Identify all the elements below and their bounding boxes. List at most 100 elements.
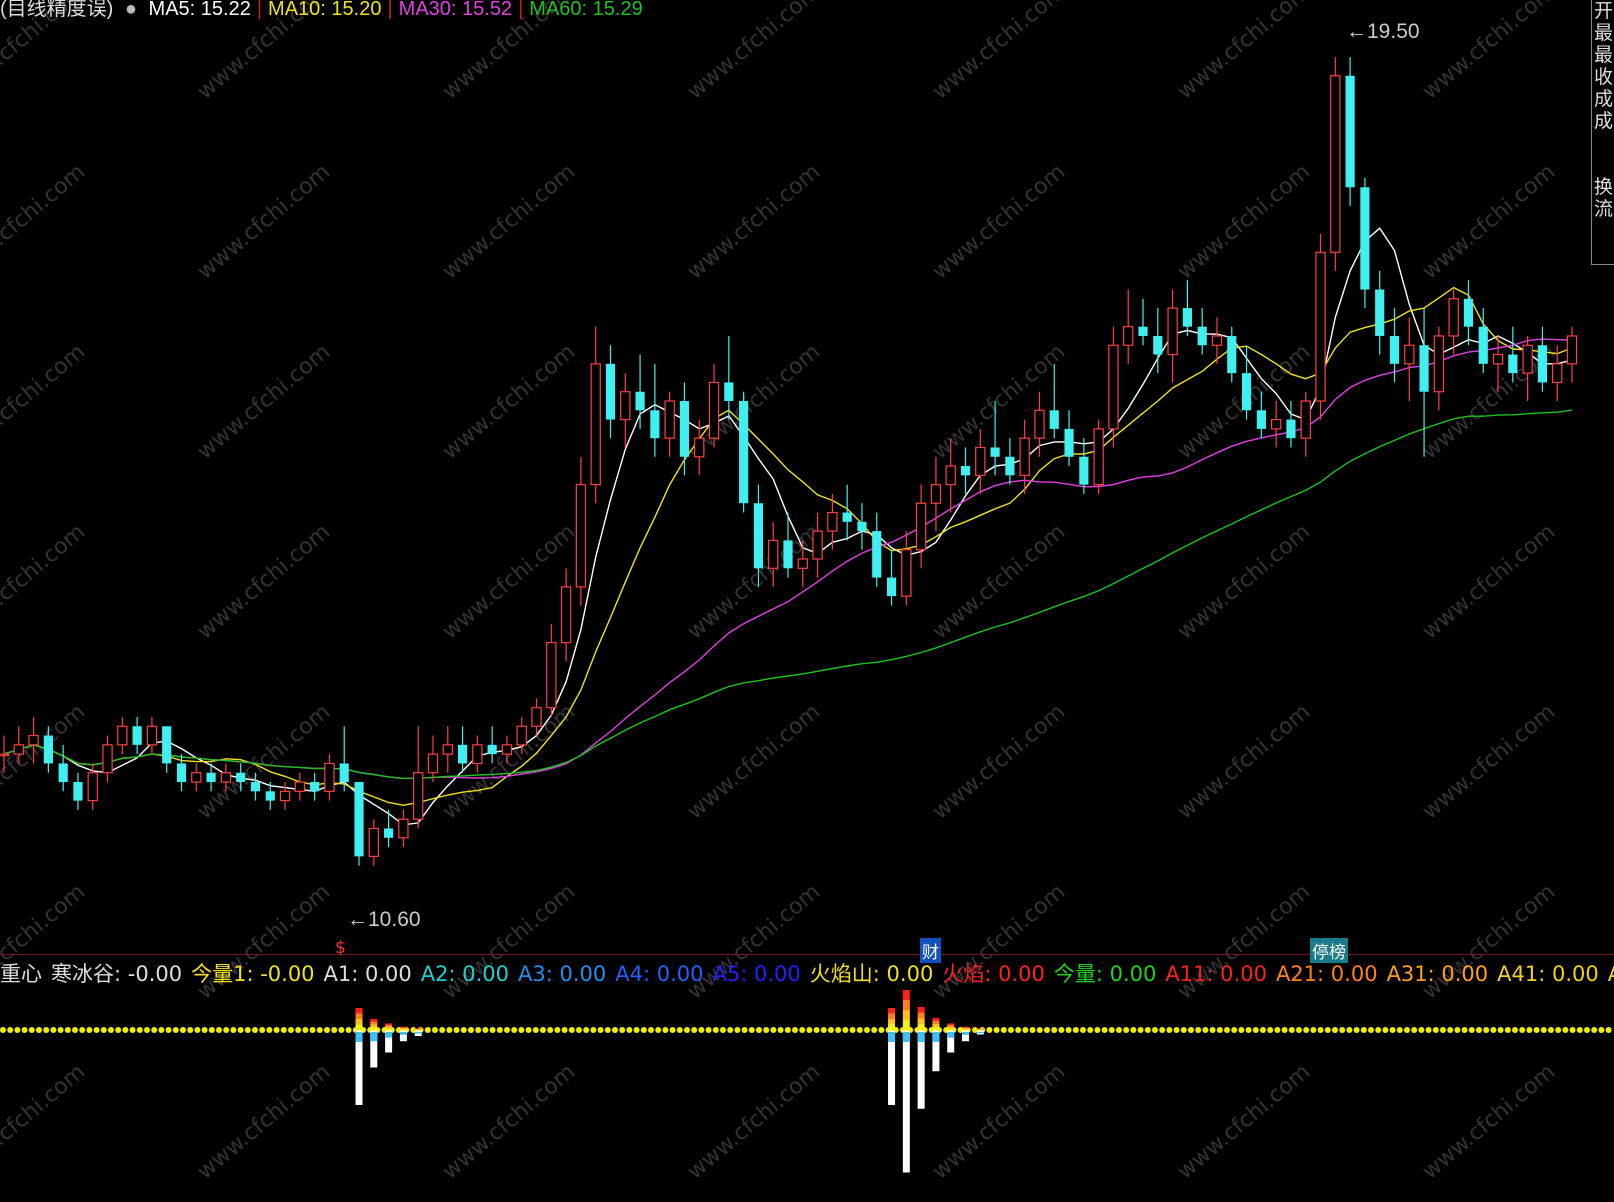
pane-separator[interactable] [0,954,1614,955]
zero-dot [482,1027,489,1033]
zero-dot [554,1027,561,1033]
zero-dot [1267,1027,1274,1033]
zero-dot [756,1027,762,1033]
watermark-text: www.cfchi.com [1173,0,1315,105]
zero-dot [626,1027,633,1033]
watermark-text: www.cfchi.com [0,1059,90,1184]
price-chart[interactable]: www.cfchi.com www.cfchi.com www.cfchi.com w… [0,0,1614,1202]
zero-dot [712,1027,719,1033]
zero-dot [345,1027,352,1033]
candle [1227,326,1237,383]
zero-dot [302,1027,309,1033]
watermark-text: www.cfchi.com [1418,159,1560,284]
zero-dot [1173,1027,1180,1033]
candle [1064,410,1074,467]
indicator-item-2: 今量1: -0.00 [191,962,315,986]
side-panel-row-0: 开 [1593,0,1613,22]
zero-dot [561,1027,568,1033]
zero-dot [1324,1027,1331,1033]
indicator-item-12: A21: 0.00 [1275,962,1378,986]
volume-spike [932,1017,940,1072]
zero-dot [1051,1027,1058,1033]
candle [590,326,601,504]
indicator-item-1: 寒冰谷: -0.00 [51,962,183,986]
watermark-text: www.cfchi.com [438,339,580,464]
zero-dot [1116,1027,1122,1033]
indicator-item-10: 今量: 0.00 [1053,962,1157,986]
candle [1433,326,1445,411]
candle [560,568,572,662]
watermark-text: www.cfchi.com [928,159,1070,284]
zero-dot [792,1027,798,1033]
quote-side-panel[interactable]: 开最最收成成换流 [1591,0,1614,265]
zero-dot [1569,1027,1576,1033]
zero-dot [475,1027,482,1033]
watermark-text: www.cfchi.com [0,159,90,284]
zero-dot [849,1027,856,1033]
candle [872,512,882,587]
ma-separator: | [256,0,263,20]
zero-dot [244,1027,251,1033]
volume-spike [976,1028,984,1035]
zero-dot [93,1027,100,1033]
zero-dot [1231,1027,1238,1033]
zero-dot [1303,1027,1310,1033]
zero-dot [1519,1027,1526,1033]
candle [1537,326,1548,392]
zero-dot [633,1027,640,1033]
zero-dot [590,1027,597,1033]
zero-dot [158,1027,165,1033]
candle [1049,363,1059,439]
zero-dot [1483,1027,1490,1033]
candle [294,772,306,801]
zero-dot [1108,1027,1115,1033]
settings-dot-icon[interactable]: ● [125,0,137,20]
candle [1522,335,1533,402]
zero-dot [986,1027,993,1033]
zero-dot [1425,1027,1432,1033]
candle [398,809,409,848]
zero-dot [36,1027,42,1033]
zero-dot [259,1027,266,1033]
candle [664,391,675,457]
zero-dot [1533,1027,1540,1033]
zero-dot [1065,1027,1072,1033]
zero-dot [540,1027,546,1033]
indicator-item-7: A5: 0.00 [712,962,801,986]
candle [368,819,379,866]
zero-dot [720,1027,726,1033]
zero-dot [1094,1027,1101,1033]
ma-label-0: MA5: 15.22 [148,0,251,20]
zero-dot [1317,1027,1324,1033]
side-panel-row-9: 流 [1593,198,1613,220]
candle [1197,308,1207,355]
ma-separator: | [387,0,393,20]
zero-dot [842,1027,849,1033]
event-marker-0[interactable]: $ [333,938,348,958]
zero-dot [1346,1027,1353,1033]
side-panel-row-5: 成 [1593,110,1613,132]
zero-dot [1396,1027,1403,1033]
candle [857,503,867,550]
watermark-text: www.cfchi.com [1418,699,1560,824]
zero-dot [1087,1027,1094,1033]
candle [975,428,986,494]
zero-dot [7,1027,14,1033]
candle [650,363,660,457]
watermark-text: www.cfchi.com [193,699,335,824]
zero-dot [338,1027,345,1033]
volume-spike [355,1008,363,1105]
zero-dot [784,1027,791,1033]
watermark-text: www.cfchi.com [1418,519,1560,644]
zero-dot [1310,1027,1317,1033]
zero-dot [1540,1027,1547,1033]
stock-chart-window: www.cfchi.com www.cfchi.com www.cfchi.com w… [0,0,1614,1202]
zero-dot [1504,1027,1511,1033]
zero-dot [835,1027,842,1033]
low-price-label: ←10.60 [347,908,421,931]
candle [457,726,468,773]
zero-dot [1548,1027,1554,1033]
zero-dot [1584,1027,1590,1033]
candle [1404,317,1415,402]
zero-dot [424,1027,431,1033]
